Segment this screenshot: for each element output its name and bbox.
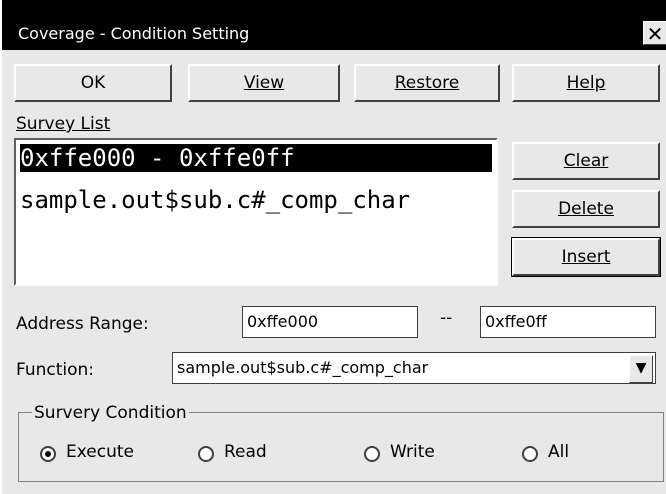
dialog-window: Coverage - Condition Setting ✕ OK View R…	[0, 0, 666, 494]
radio-write-label: Write	[390, 442, 435, 462]
insert-button[interactable]: Insert	[511, 237, 661, 277]
address-from-field[interactable]: 0xffe000	[242, 306, 418, 338]
address-range-separator: --	[440, 308, 453, 328]
close-button[interactable]: ✕	[643, 21, 666, 46]
clear-button-label: Clear	[563, 151, 609, 171]
survey-list[interactable]: 0xffe000 - 0xffe0ff sample.out$sub.c#_co…	[14, 138, 498, 286]
help-button[interactable]: Help	[512, 64, 660, 102]
chevron-down-icon[interactable]: ▼	[629, 355, 653, 383]
function-combobox[interactable]: sample.out$sub.c#_comp_char ▼	[172, 352, 656, 384]
radio-execute-icon[interactable]	[40, 446, 56, 462]
radio-all-label: All	[548, 442, 570, 462]
restore-button-label: Restore	[394, 73, 460, 93]
clear-button[interactable]: Clear	[512, 142, 660, 180]
function-label: Function:	[16, 360, 95, 380]
view-button-label: View	[243, 73, 285, 93]
function-value: sample.out$sub.c#_comp_char	[177, 358, 429, 377]
radio-selected-dot	[45, 451, 51, 457]
survey-condition-title: Survery Condition	[32, 403, 189, 423]
radio-execute-label: Execute	[66, 442, 134, 462]
restore-button[interactable]: Restore	[354, 64, 500, 102]
delete-button-label: Delete	[558, 199, 614, 219]
survey-list-item-2[interactable]: sample.out$sub.c#_comp_char	[20, 186, 410, 214]
radio-read-label: Read	[224, 442, 267, 462]
help-button-label: Help	[566, 73, 606, 93]
survey-list-label: Survey List	[16, 114, 111, 134]
insert-button-label: Insert	[561, 247, 611, 267]
survey-list-item-1[interactable]: 0xffe000 - 0xffe0ff	[20, 144, 492, 172]
radio-write-icon[interactable]	[364, 446, 380, 462]
view-button[interactable]: View	[188, 64, 340, 102]
title-bar[interactable]: Coverage - Condition Setting ✕	[2, 0, 666, 50]
radio-read-icon[interactable]	[198, 446, 214, 462]
ok-button-label: OK	[80, 73, 106, 93]
address-range-label: Address Range:	[16, 314, 149, 334]
ok-button[interactable]: OK	[14, 64, 172, 102]
radio-all-icon[interactable]	[522, 446, 538, 462]
delete-button[interactable]: Delete	[512, 190, 660, 228]
window-title: Coverage - Condition Setting	[18, 24, 250, 43]
address-to-field[interactable]: 0xffe0ff	[480, 306, 656, 338]
